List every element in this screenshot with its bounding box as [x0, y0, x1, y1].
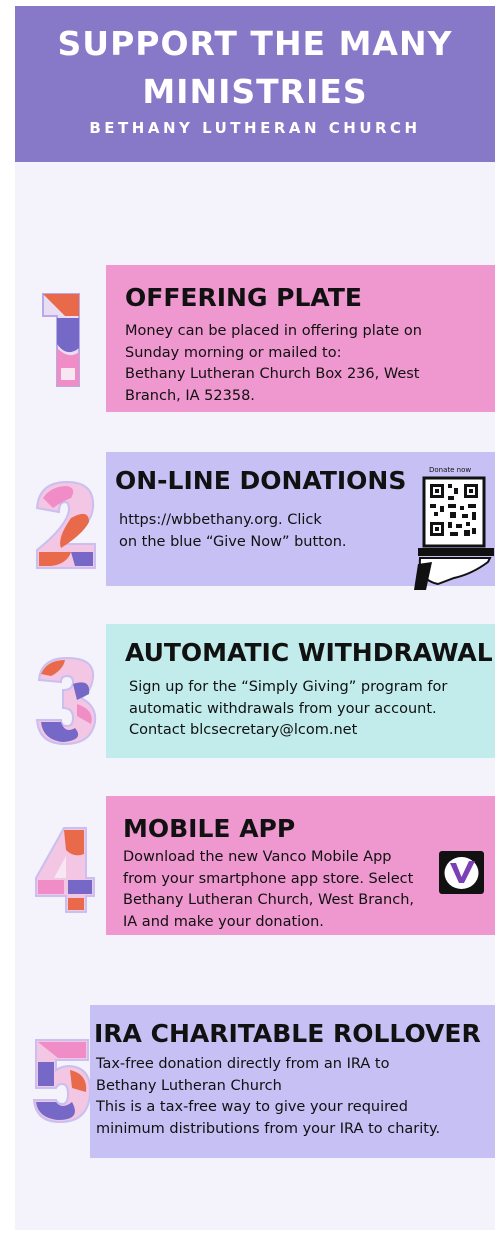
- offering-plate-card: OFFERING PLATE Money can be placed in of…: [106, 265, 495, 412]
- text-line: Bethany Lutheran Church Box 236, West: [125, 366, 420, 382]
- offering-plate-title: OFFERING PLATE: [125, 283, 362, 312]
- page-title-line-1: SUPPORT THE MANY: [57, 24, 453, 63]
- text-line: Download the new Vanco Mobile App: [123, 849, 392, 865]
- text-line: Sunday morning or mailed to:: [125, 344, 342, 361]
- ira-rollover-text: Tax-free donation directly from an IRA t…: [96, 1054, 440, 1140]
- page-subtitle: BETHANY LUTHERAN CHURCH: [89, 119, 421, 137]
- automatic-withdrawal-card: AUTOMATIC WITHDRAWAL Sign up for the “Si…: [106, 624, 495, 758]
- automatic-withdrawal-title: AUTOMATIC WITHDRAWAL: [125, 638, 493, 667]
- ira-rollover-card: IRA CHARITABLE ROLLOVER Tax-free donatio…: [90, 1005, 495, 1158]
- text-line: Sign up for the “Simply Giving” program …: [129, 679, 448, 695]
- page-title-line-2: MINISTRIES: [142, 72, 368, 111]
- text-line: automatic withdrawals from your account.: [129, 700, 437, 717]
- online-donations-title: ON-LINE DONATIONS: [115, 466, 407, 495]
- automatic-withdrawal-text: Sign up for the “Simply Giving” program …: [129, 677, 447, 742]
- infographic-page: SUPPORT THE MANY MINISTRIES BETHANY LUTH…: [15, 6, 495, 1230]
- number-1-graphic: [35, 288, 95, 398]
- number-2-graphic: [31, 478, 101, 573]
- text-line: Tax-free donation directly from an IRA t…: [96, 1056, 390, 1072]
- text-line: Money can be placed in offering plate on: [125, 323, 422, 339]
- number-3-graphic: [33, 654, 101, 746]
- number-4-graphic: [30, 824, 98, 916]
- mobile-app-title: MOBILE APP: [123, 814, 296, 843]
- text-line: on the blue “Give Now” button.: [119, 533, 347, 550]
- text-line: IA and make your donation.: [123, 913, 324, 930]
- text-line: Bethany Lutheran Church, West Branch,: [123, 892, 415, 908]
- offering-plate-text: Money can be placed in offering plate on…: [125, 321, 422, 407]
- donate-qr-graphic: Donate now: [410, 466, 495, 590]
- online-donations-text: https://wbbethany.org. Click on the blue…: [119, 510, 347, 553]
- mobile-app-text: Download the new Vanco Mobile App from y…: [123, 847, 414, 933]
- text-line: This is a tax-free way to give your requ…: [96, 1099, 408, 1115]
- ira-rollover-title: IRA CHARITABLE ROLLOVER: [94, 1019, 481, 1048]
- text-line: https://wbbethany.org. Click: [119, 512, 322, 528]
- vanco-app-icon: [439, 851, 484, 894]
- text-line: from your smartphone app store. Select: [123, 870, 414, 887]
- header-banner: SUPPORT THE MANY MINISTRIES BETHANY LUTH…: [15, 6, 495, 162]
- text-line: Contact blcsecretary@lcom.net: [129, 722, 358, 738]
- number-5-graphic: [28, 1036, 96, 1126]
- text-line: Branch, IA 52358.: [125, 387, 255, 404]
- text-line: minimum distributions from your IRA to c…: [96, 1120, 441, 1137]
- text-line: Bethany Lutheran Church: [96, 1077, 282, 1094]
- mobile-app-card: MOBILE APP Download the new Vanco Mobile…: [106, 796, 495, 935]
